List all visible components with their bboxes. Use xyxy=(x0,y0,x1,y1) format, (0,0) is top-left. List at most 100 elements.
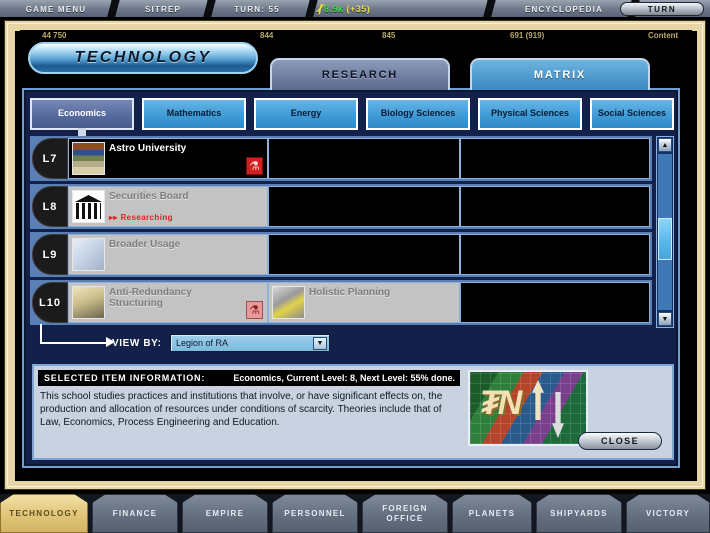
category-tab-biology-sciences[interactable]: Biology Sciences xyxy=(366,98,470,130)
stat-credits: 44 750 xyxy=(42,31,67,40)
research-icon: ⁄|⁄ xyxy=(318,3,322,15)
scroll-down-button[interactable]: ▼ xyxy=(658,312,672,326)
tech-cell-empty[interactable] xyxy=(460,234,650,275)
stat-research: 845 xyxy=(382,31,396,40)
list-scrollbar[interactable]: ▲ ▼ xyxy=(656,136,674,328)
page-title: TECHNOLOGY xyxy=(28,42,258,74)
plan-icon xyxy=(272,286,305,319)
arrow-up-icon xyxy=(532,380,544,420)
turn-counter: TURN: 55 xyxy=(234,4,280,14)
tab-research[interactable]: RESEARCH xyxy=(270,58,450,90)
books-icon xyxy=(72,142,105,175)
tech-name: Anti-Redundancy Structuring xyxy=(109,287,192,309)
category-tab-energy[interactable]: Energy xyxy=(254,98,358,130)
tab-research-label: RESEARCH xyxy=(321,69,399,81)
tech-cell-empty[interactable] xyxy=(460,282,650,323)
nav-foreign-office[interactable]: FOREIGN OFFICE xyxy=(362,494,448,533)
tab-matrix[interactable]: MATRIX xyxy=(470,58,650,90)
bar-divider xyxy=(476,0,502,17)
pointer-arrow-icon xyxy=(40,324,115,347)
tech-cell-empty[interactable] xyxy=(460,138,650,179)
nav-shipyards[interactable]: SHIPYARDS xyxy=(536,494,622,533)
selected-item-information: SELECTED ITEM INFORMATION: Economics, Cu… xyxy=(32,364,674,460)
row-level-badge: L10 xyxy=(32,282,68,323)
scrollbar-track[interactable] xyxy=(658,154,672,310)
row-level-badge: L8 xyxy=(32,186,68,227)
info-meta: Economics, Current Level: 8, Next Level:… xyxy=(233,373,455,383)
tab-matrix-label: MATRIX xyxy=(533,69,587,81)
researching-arrows-icon: ▸▸ xyxy=(109,213,118,222)
tech-cell-empty[interactable] xyxy=(460,186,650,227)
research-amount: 8.9k xyxy=(324,4,344,14)
scroll-up-button[interactable]: ▲ xyxy=(658,138,672,152)
bank-icon xyxy=(72,190,105,223)
view-by-row: VIEW BY: Legion of RA ▼ xyxy=(32,324,362,356)
category-label: Social Sciences xyxy=(597,108,667,119)
category-label: Physical Sciences xyxy=(490,108,570,119)
row-level-badge: L7 xyxy=(32,138,68,179)
info-description: This school studies practices and instit… xyxy=(40,391,443,429)
nav-personnel[interactable]: PERSONNEL xyxy=(272,494,358,533)
category-tab-physical-sciences[interactable]: Physical Sciences xyxy=(478,98,582,130)
tech-cell-empty[interactable] xyxy=(268,138,460,179)
view-by-value: Legion of RA xyxy=(176,338,229,348)
tech-name: Broader Usage xyxy=(109,239,181,250)
nav-technology[interactable]: TECHNOLOGY xyxy=(0,494,88,533)
tech-cell-holistic-planning[interactable]: Holistic Planning xyxy=(268,282,460,323)
tech-cell-securities-board[interactable]: Securities Board ▸▸ Researching xyxy=(68,186,268,227)
page-title-label: TECHNOLOGY xyxy=(74,49,212,66)
research-resource-readout: ⁄|⁄ 8.9k (+35) xyxy=(318,0,470,17)
tech-name: Securities Board xyxy=(109,191,189,202)
tech-cell-broader-usage[interactable]: Broader Usage xyxy=(68,234,268,275)
technology-list[interactable]: L7 Astro University ⚗ L8 Securities Boar… xyxy=(30,136,652,328)
bottom-nav-bar: TECHNOLOGY FINANCE EMPIRE PERSONNEL FORE… xyxy=(0,494,710,533)
stat-production: 844 xyxy=(260,31,274,40)
desert-icon xyxy=(72,286,105,319)
category-tab-social-sciences[interactable]: Social Sciences xyxy=(590,98,674,130)
technology-matrix-panel: Economics Mathematics Energy Biology Sci… xyxy=(22,88,680,468)
close-button[interactable]: CLOSE xyxy=(578,432,662,450)
table-row[interactable]: L9 Broader Usage xyxy=(30,232,652,277)
info-heading: SELECTED ITEM INFORMATION: xyxy=(44,373,206,383)
tech-cell-empty[interactable] xyxy=(268,234,460,275)
nav-planets[interactable]: PLANETS xyxy=(452,494,532,533)
sitrep-button[interactable]: SITREP xyxy=(120,0,206,17)
status-label: Researching xyxy=(120,213,173,222)
category-tab-economics[interactable]: Economics xyxy=(30,98,134,136)
nav-finance[interactable]: FINANCE xyxy=(92,494,178,533)
info-header: SELECTED ITEM INFORMATION: Economics, Cu… xyxy=(38,370,460,386)
empire-stats-strip: 44 750 844 845 691 (919) Content xyxy=(20,30,692,42)
arrow-down-icon xyxy=(552,392,564,438)
category-label: Energy xyxy=(290,108,322,119)
research-flask-icon: ⚗ xyxy=(246,301,263,319)
currency-glyph-icon: ₮N xyxy=(480,384,522,422)
table-row[interactable]: L7 Astro University ⚗ xyxy=(30,136,652,181)
scrollbar-thumb[interactable] xyxy=(658,218,672,260)
active-notch xyxy=(78,128,86,136)
end-turn-button[interactable]: TURN xyxy=(620,2,704,16)
economics-artwork: ₮N xyxy=(468,370,588,446)
status-badge: ▸▸ Researching xyxy=(109,213,173,222)
encyclopedia-button[interactable]: ENCYCLOPEDIA xyxy=(500,0,628,17)
category-tab-mathematics[interactable]: Mathematics xyxy=(142,98,246,130)
chevron-down-icon[interactable]: ▼ xyxy=(313,337,327,350)
nav-empire[interactable]: EMPIRE xyxy=(182,494,268,533)
game-menu-button[interactable]: GAME MENU xyxy=(8,0,104,17)
category-label: Economics xyxy=(57,108,106,119)
nav-victory[interactable]: VICTORY xyxy=(626,494,710,533)
table-row[interactable]: L8 Securities Board ▸▸ Researching xyxy=(30,184,652,229)
category-tab-bar: Economics Mathematics Energy Biology Sci… xyxy=(30,98,674,136)
row-level-badge: L9 xyxy=(32,234,68,275)
tech-name: Holistic Planning xyxy=(309,287,391,298)
tech-cell-empty[interactable] xyxy=(268,186,460,227)
view-by-select[interactable]: Legion of RA ▼ xyxy=(170,334,330,352)
tech-cell-anti-redundancy-structuring[interactable]: Anti-Redundancy Structuring ⚗ xyxy=(68,282,268,323)
category-label: Biology Sciences xyxy=(380,108,456,119)
tech-name: Astro University xyxy=(109,143,187,154)
tech-cell-astro-university[interactable]: Astro University ⚗ xyxy=(68,138,268,179)
table-row[interactable]: L10 Anti-Redundancy Structuring ⚗ Holist… xyxy=(30,280,652,325)
top-command-bar: GAME MENU SITREP TURN: 55 ⁄|⁄ 8.9k (+35)… xyxy=(0,0,710,18)
research-delta: (+35) xyxy=(346,4,371,14)
stat-morale: Content xyxy=(648,31,679,40)
category-label: Mathematics xyxy=(166,108,222,119)
